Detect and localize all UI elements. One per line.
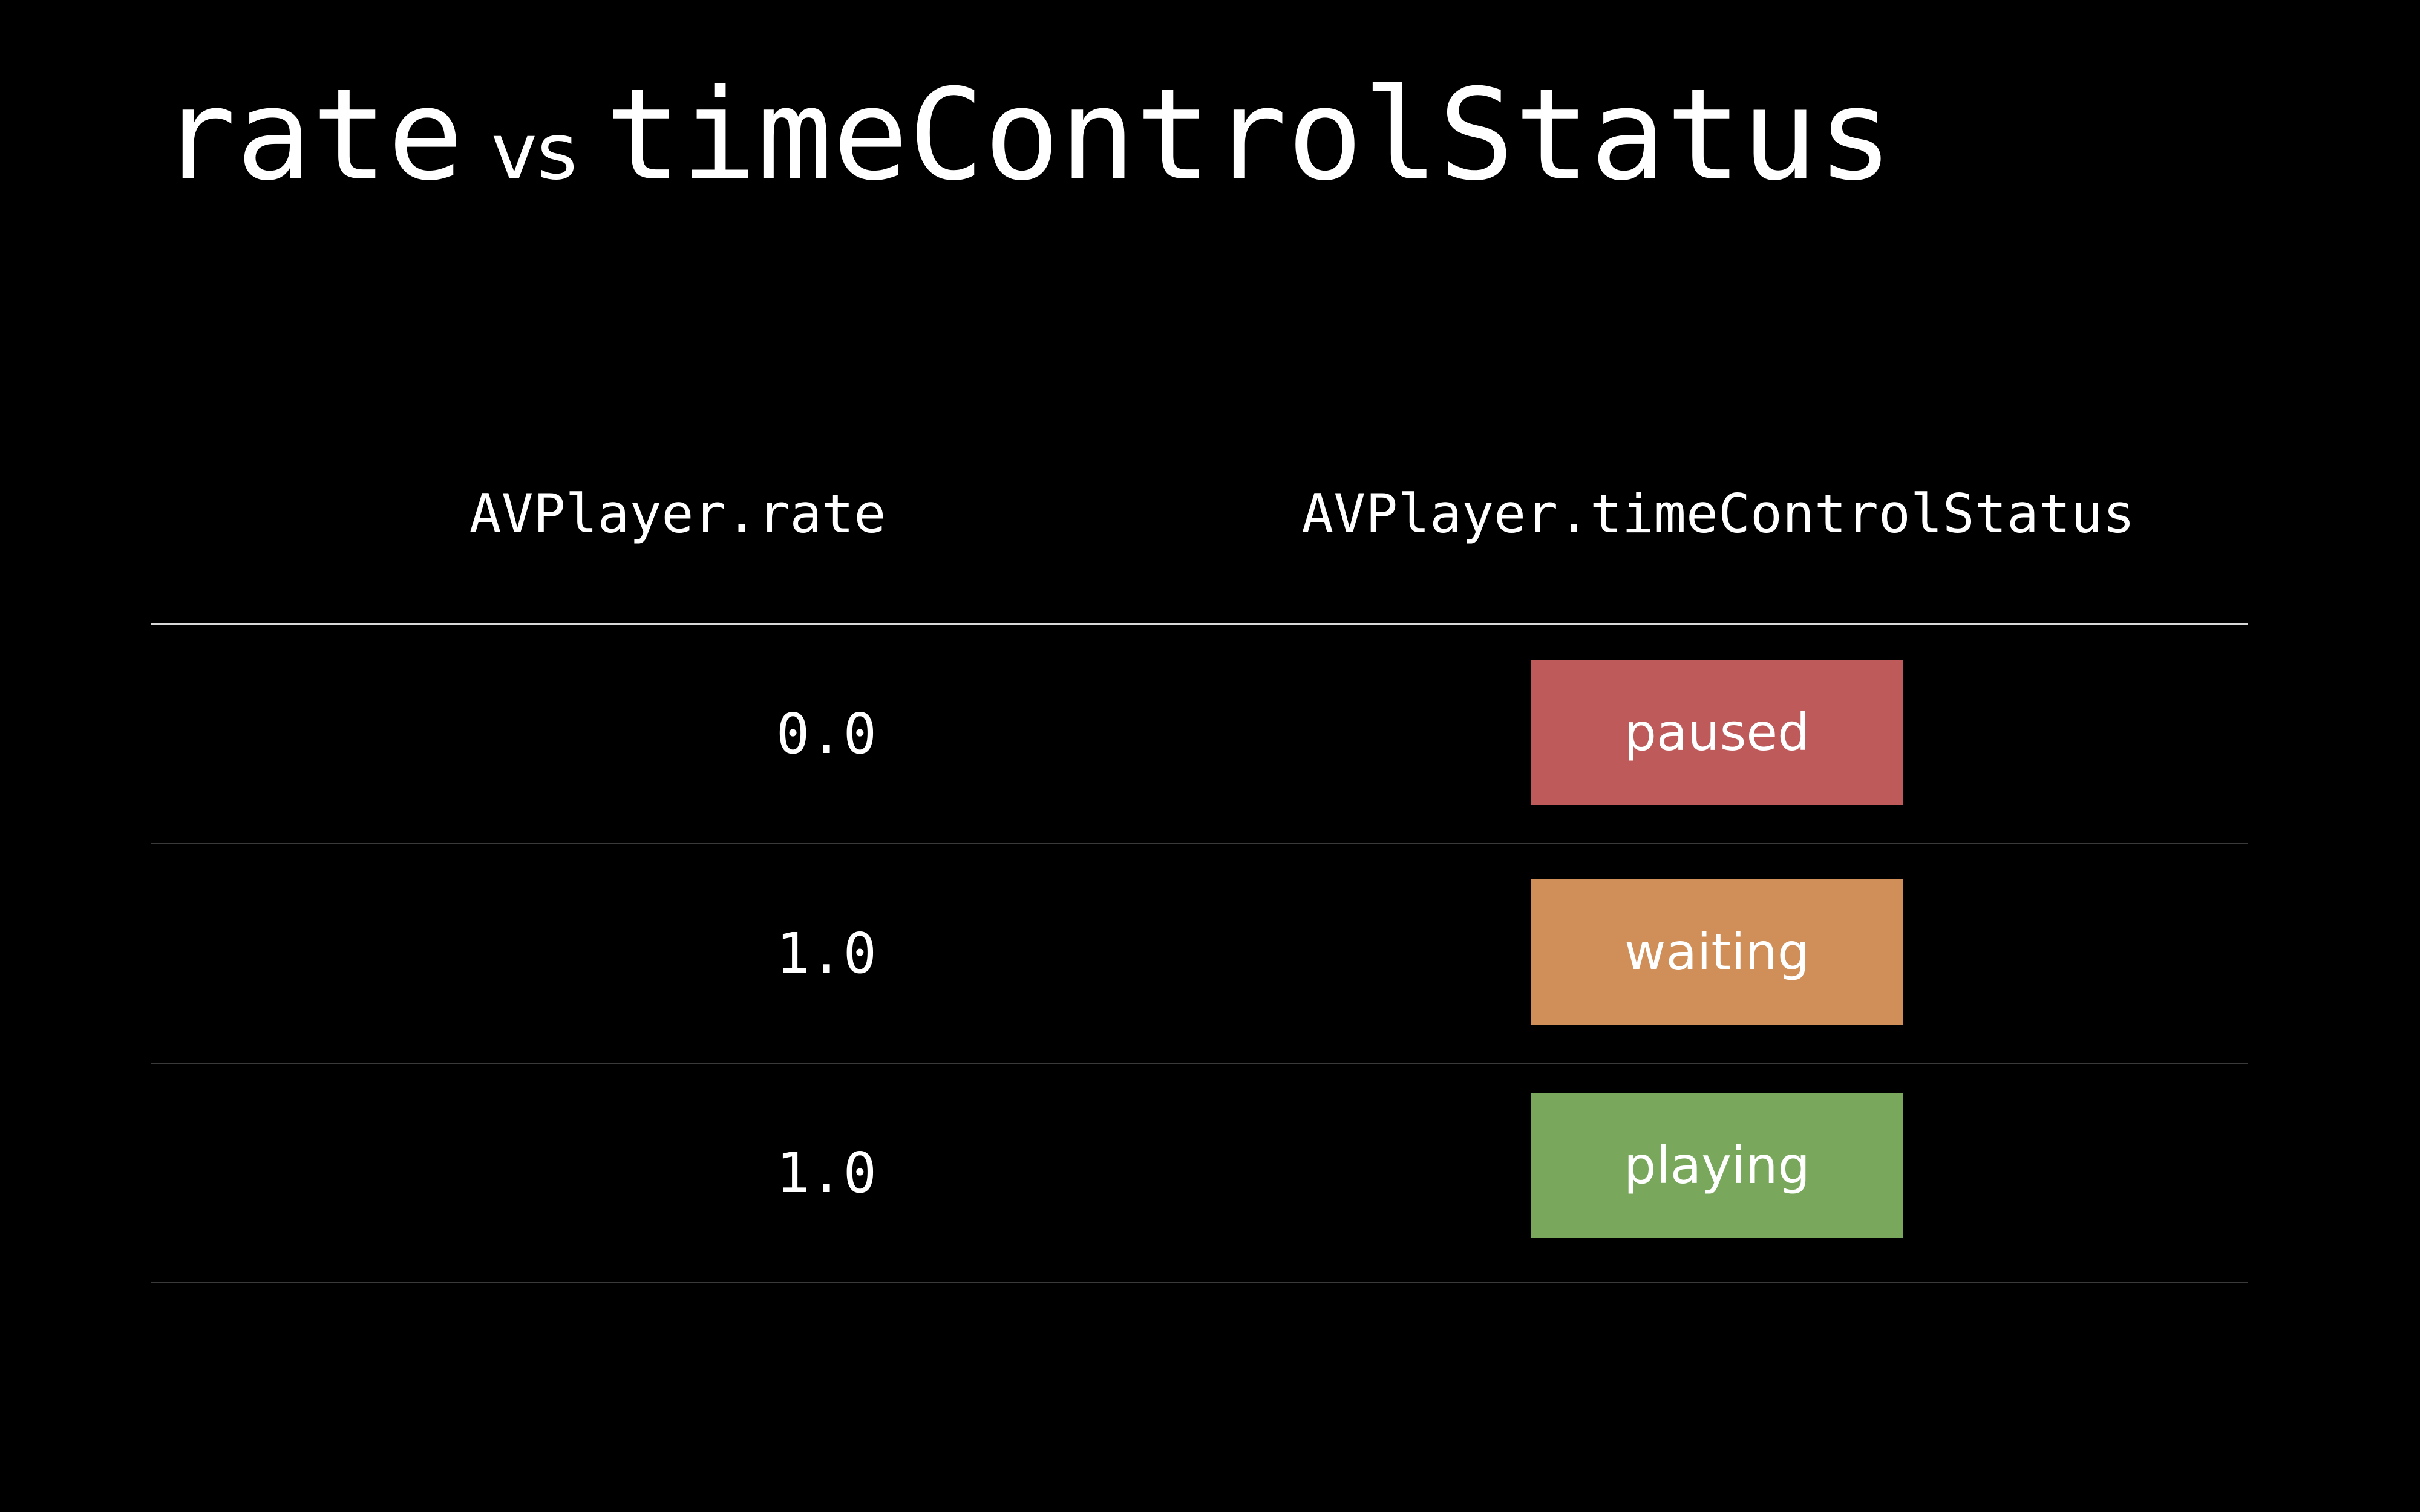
table-row: 1.0 playing	[151, 1064, 2248, 1283]
status-badge-playing: playing	[1531, 1093, 1903, 1238]
row-divider	[151, 1282, 2248, 1283]
column-header-rate: AVPlayer.rate	[469, 483, 886, 545]
status-badge-paused: paused	[1531, 660, 1903, 805]
rate-value: 1.0	[776, 921, 877, 986]
title-rate: rate	[160, 62, 463, 209]
table-row: 0.0 paused	[151, 625, 2248, 844]
slide-title: rate vs timeControlStatus	[160, 73, 1893, 198]
title-vs: vs	[491, 107, 578, 197]
status-badge-waiting: waiting	[1531, 879, 1903, 1025]
title-time-control-status: timeControlStatus	[605, 62, 1894, 209]
column-header-time-control-status: AVPlayer.timeControlStatus	[1301, 483, 2135, 545]
rate-value: 1.0	[776, 1141, 877, 1205]
table-row: 1.0 waiting	[151, 845, 2248, 1064]
rate-value: 0.0	[776, 702, 877, 766]
row-divider	[151, 1063, 2248, 1064]
row-divider	[151, 843, 2248, 844]
